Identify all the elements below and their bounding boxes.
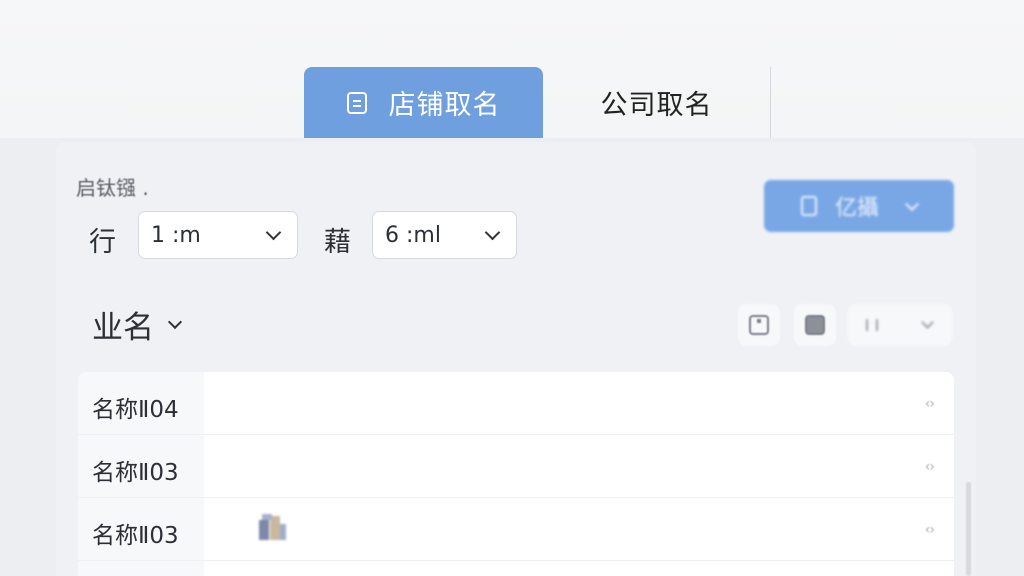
toolbar-button-image[interactable] [794,304,836,346]
section-label: 业名 [92,310,154,346]
tab-company-naming[interactable]: 公司取名 [543,67,771,138]
list-icon [866,319,878,331]
item-name: 名称Ⅱ04 [92,397,179,423]
more-icon[interactable]: ‹› [925,522,935,538]
select-column[interactable]: 6 :ml [372,211,517,259]
panel-title: 启钛镪 . [76,176,149,200]
tab-bar: 店铺取名 公司取名 [304,67,771,138]
item-name: 名称Ⅱ03 [92,460,179,486]
more-icon[interactable]: ‹› [925,459,935,475]
chevron-down-icon [265,224,282,241]
scrollbar[interactable] [966,482,971,576]
shop-icon [259,514,286,540]
field-label: 行 [89,227,116,258]
square-icon [749,315,769,335]
more-icon[interactable]: ‹› [925,396,935,412]
list-item[interactable]: 名称Ⅱ03 ‹› [78,498,954,561]
image-icon [805,315,825,335]
tab-label: 公司取名 [600,90,713,121]
chevron-down-icon [484,224,501,241]
toolbar-dropdown[interactable] [848,304,952,346]
document-icon [800,196,817,216]
select-row[interactable]: 1 :m [138,211,298,259]
section-dropdown[interactable]: 业名 [92,302,186,347]
select-value: 6 :ml [385,222,441,248]
select-value: 1 :m [151,222,201,248]
toolbar-button-square[interactable] [738,304,780,346]
name-list: 名称Ⅱ04 ‹› 名称Ⅱ03 ‹› 名称Ⅱ03 ‹› [78,372,954,576]
button-label: 亿攝 [834,196,879,221]
chevron-down-icon [904,196,920,211]
tab-shop-naming[interactable]: 店铺取名 [304,67,543,138]
generate-button[interactable]: 亿攝 [764,180,954,232]
content-panel: 启钛镪 . 行 1 :m 藉 6 :ml 亿攝 业名 名称Ⅱ04 ‹› 名称Ⅱ0… [56,142,976,576]
list-item[interactable]: 名称Ⅱ03 ‹› [78,435,954,498]
list-item[interactable]: 名称Ⅱ04 ‹› [78,372,954,435]
chevron-down-icon [921,316,934,329]
field-label: 藉 [324,227,351,258]
chevron-down-icon [167,314,183,329]
document-icon [346,91,367,114]
item-name: 名称Ⅱ03 [92,523,179,549]
tab-label: 店铺取名 [388,90,501,121]
app-window: 店铺取名 公司取名 启钛镪 . 行 1 :m 藉 6 :ml 亿攝 业名 名称Ⅱ… [0,0,1024,576]
